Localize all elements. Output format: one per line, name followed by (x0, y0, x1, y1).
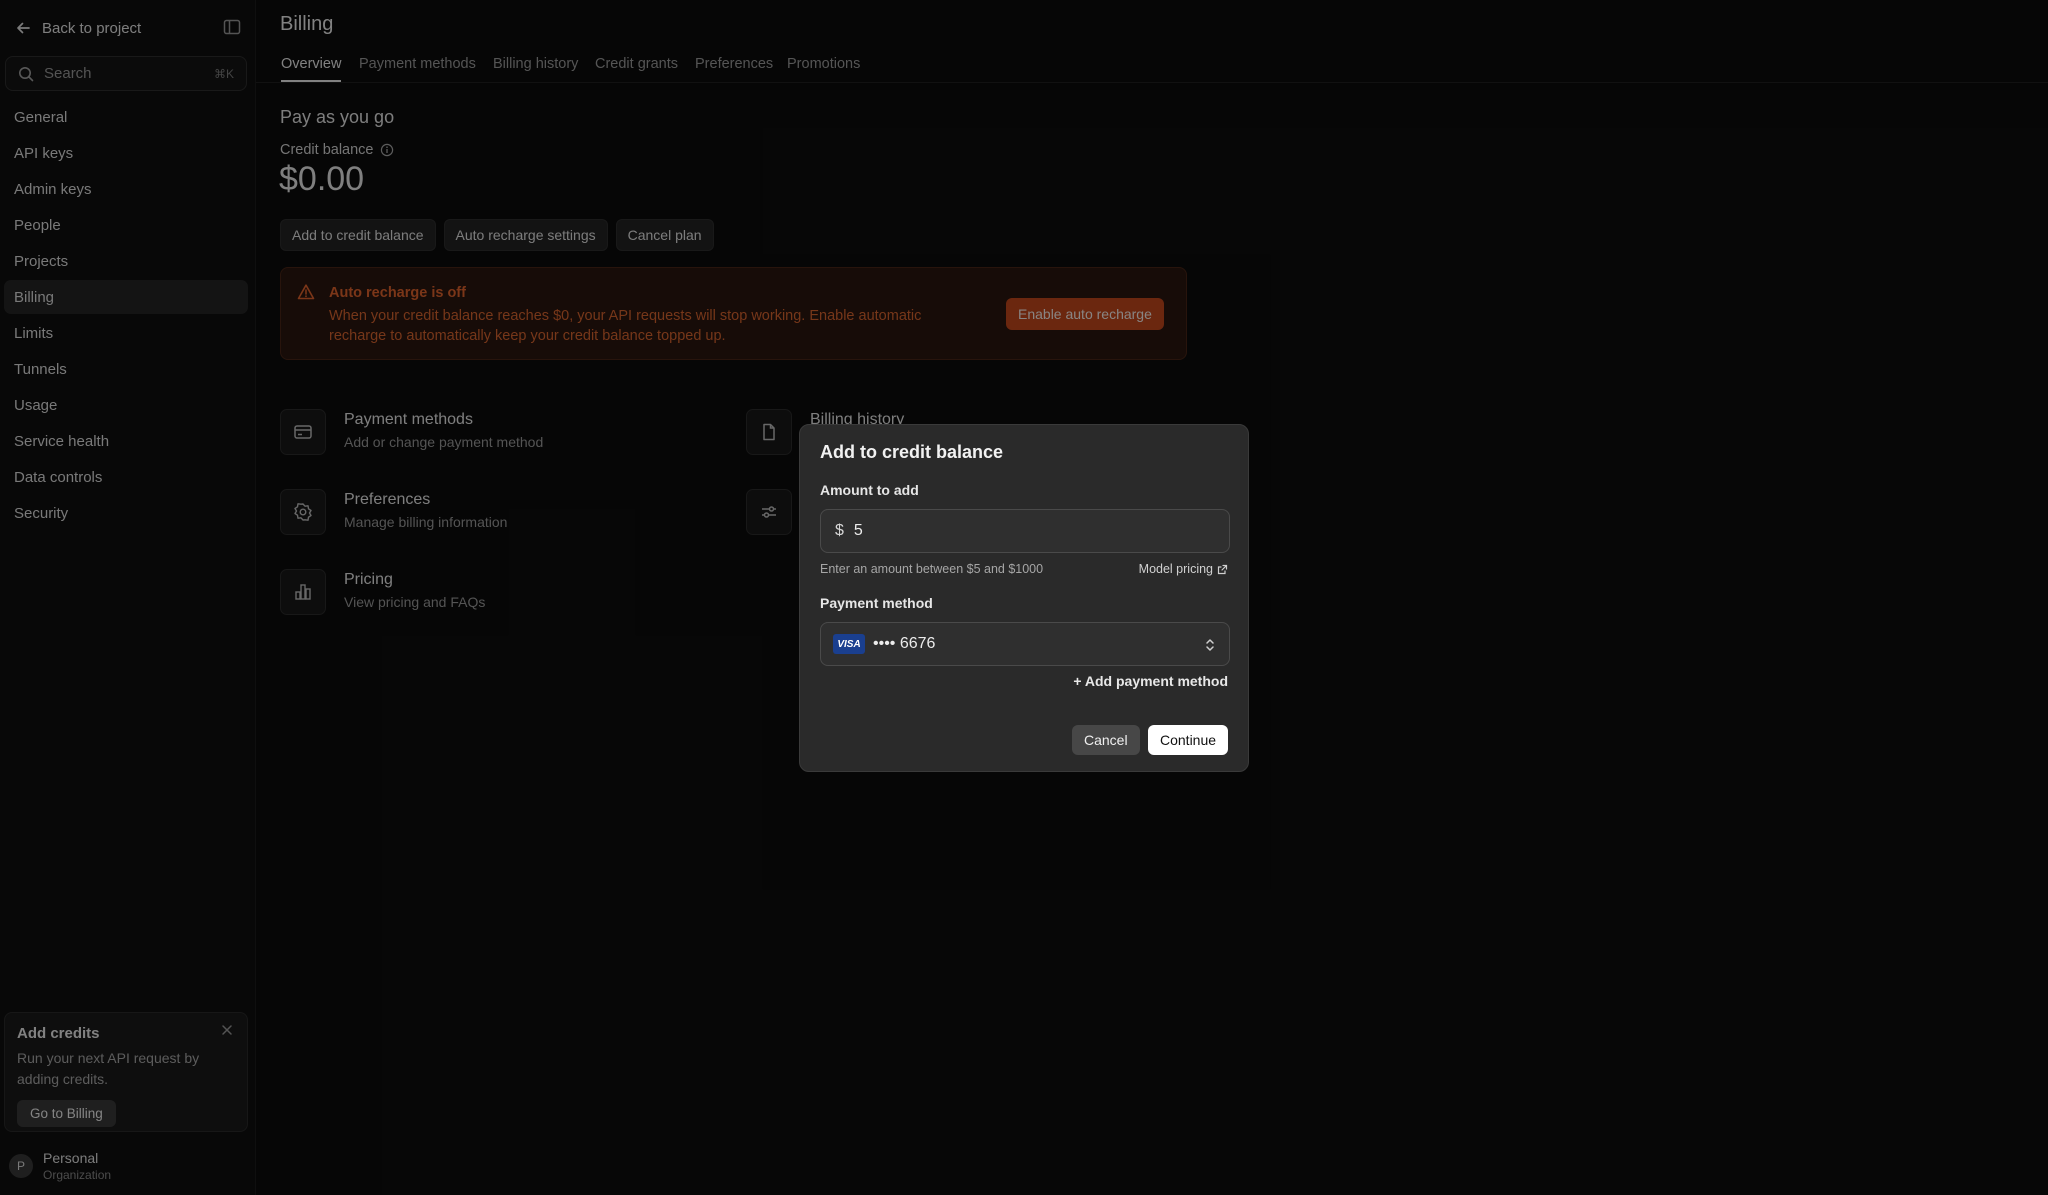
add-payment-method-link[interactable]: + Add payment method (1073, 673, 1228, 689)
card-number: •••• 6676 (873, 635, 936, 652)
continue-button[interactable]: Continue (1148, 725, 1229, 755)
amount-label: Amount to add (820, 482, 919, 498)
amount-input[interactable]: $ 5 (820, 509, 1230, 553)
payment-method-select[interactable]: VISA •••• 6676 (820, 622, 1230, 666)
chevron-up-down-icon (1203, 636, 1217, 654)
amount-value: 5 (853, 522, 863, 539)
amount-hint: Enter an amount between $5 and $1000 (820, 562, 1044, 576)
currency-symbol: $ (835, 522, 844, 539)
payment-method-label: Payment method (820, 595, 933, 611)
model-pricing-link[interactable]: Model pricing (1139, 562, 1228, 576)
add-credit-dialog: Add to credit balance Amount to add $ 5 … (799, 424, 1249, 772)
dialog-title: Add to credit balance (820, 442, 1004, 462)
visa-icon: VISA (833, 634, 865, 654)
cancel-button[interactable]: Cancel (1072, 725, 1140, 755)
external-link-icon (1217, 564, 1228, 575)
